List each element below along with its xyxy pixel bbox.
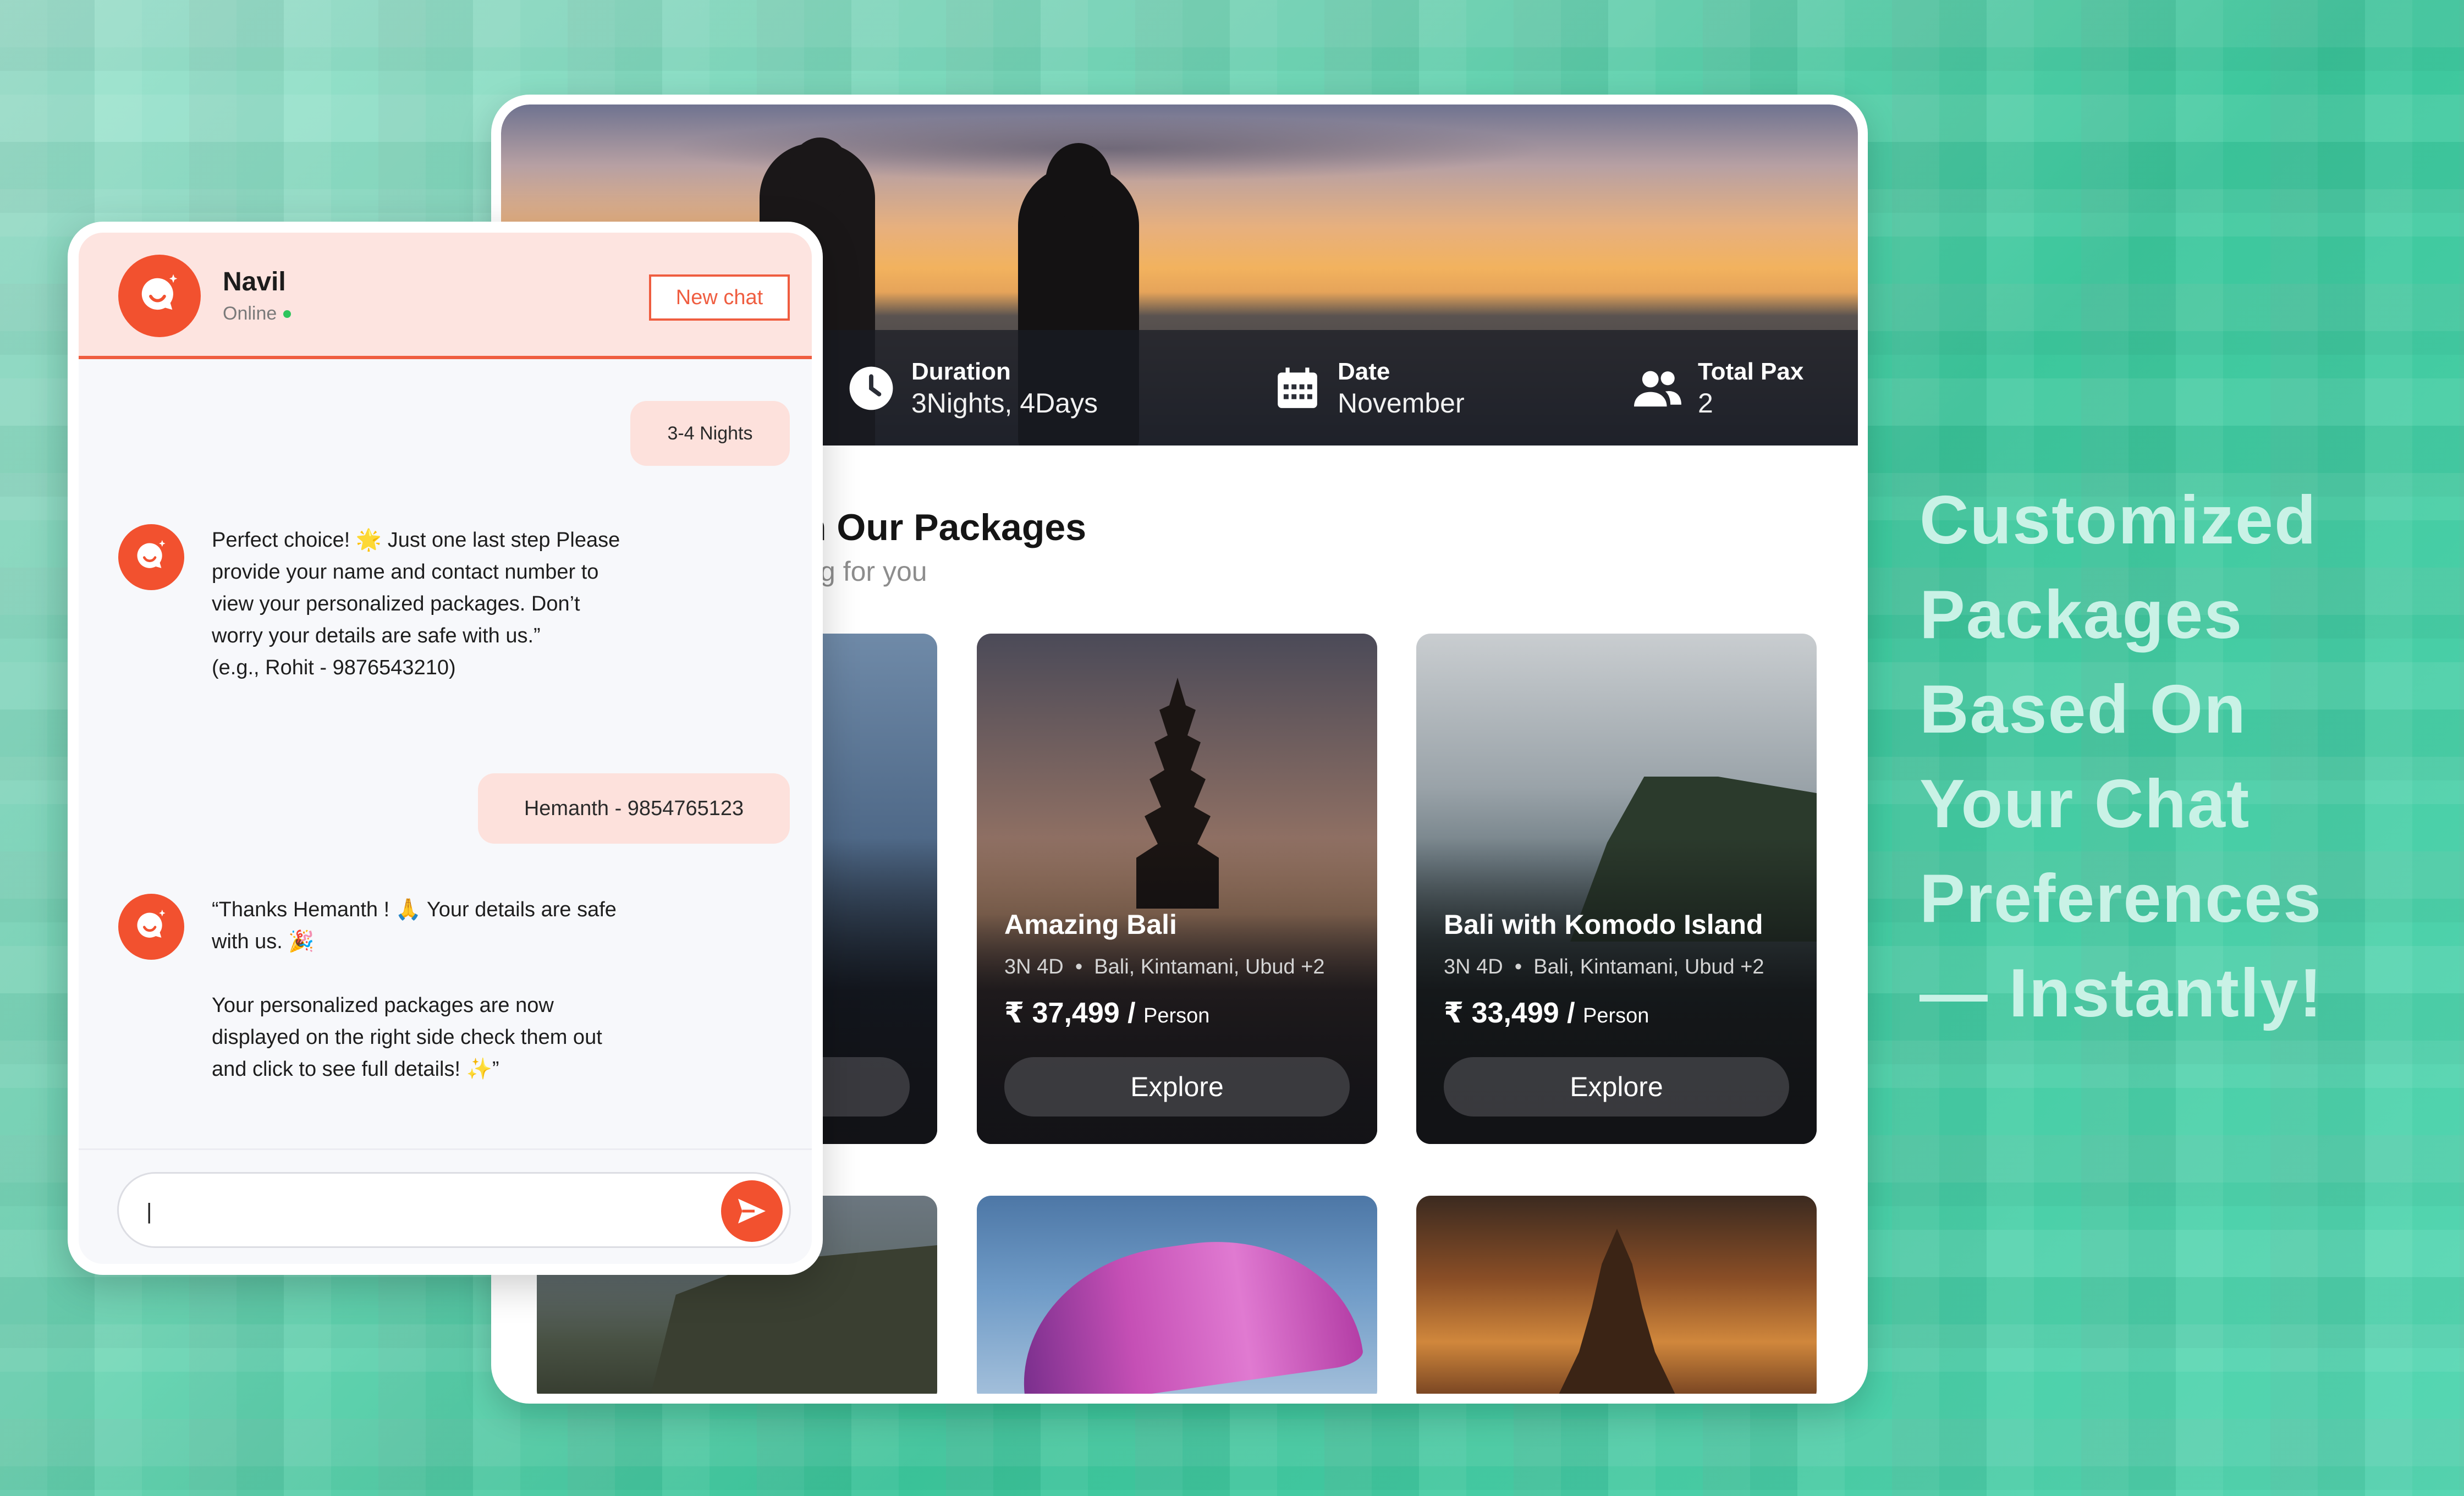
message-line: and click to see full details! ✨” [212,1058,499,1081]
message-text: Hemanth - 9854765123 [524,796,744,820]
user-message: 3-4 Nights [630,401,790,466]
chat-smile-icon [141,274,178,310]
tagline: Customized Packages Based On Your Chat P… [1920,473,2414,1041]
message-line: view your personalized packages. Don’t [212,592,580,615]
package-card[interactable] [977,1196,1377,1394]
message-line: Your personalized packages are now [212,994,554,1017]
message-line: with us. 🎉 [212,930,315,953]
bot-name: Navil [223,267,286,296]
section-title: h Our Packages [804,507,1087,548]
card-places: Bali, Kintamani, Ubud +2 [1533,955,1764,978]
explore-button[interactable]: Explore [1444,1057,1789,1116]
card-places: Bali, Kintamani, Ubud +2 [1094,955,1325,978]
card-title: Bali with Komodo Island [1444,909,1763,940]
message-line [212,958,696,989]
bullet-separator: • [1509,955,1528,978]
card-duration: 3N 4D [1004,955,1064,978]
card-meta: 3N 4D • Bali, Kintamani, Ubud +2 [1444,955,1764,979]
bot-message: Perfect choice! 🌟 Just one last step Ple… [118,524,696,684]
message-line: (e.g., Rohit - 9876543210) [212,656,456,679]
people-icon [1634,365,1681,412]
chat-smile-icon [137,540,166,568]
price-unit: Person [1583,1004,1649,1027]
stat-date: Date November [1274,358,1465,420]
tagline-line: Preferences [1920,861,2323,937]
online-dot-icon [283,310,292,318]
message-text: 3-4 Nights [667,422,753,444]
card-price: ₹ 37,499 / Person [1004,997,1209,1030]
stat-label: Date [1338,358,1390,385]
tagline-line: Your Chat [1920,766,2251,842]
message-line: worry your details are safe with us.” [212,624,541,647]
message-line: displayed on the right side check them o… [212,1026,602,1049]
price-value: ₹ 33,499 / [1444,997,1575,1029]
temple-gate-image [1554,1229,1680,1394]
clock-icon [848,365,895,412]
stat-label: Total Pax [1698,358,1804,385]
bullet-separator: • [1069,955,1088,978]
card-meta: 3N 4D • Bali, Kintamani, Ubud +2 [1004,955,1325,979]
tagline-line: Based On [1920,672,2247,747]
stat-value: November [1338,387,1465,419]
stat-duration: Duration 3Nights, 4Days [848,358,1098,420]
card-title: Amazing Bali [1004,909,1177,940]
price-value: ₹ 37,499 / [1004,997,1136,1029]
price-unit: Person [1143,1004,1210,1027]
chat-input-box[interactable] [117,1172,791,1248]
bot-status: Online [223,303,292,324]
chat-widget: Navil Online New chat 3-4 Nights Perfect… [68,222,823,1275]
tagline-line: Packages [1920,577,2243,653]
section-subtitle: g for you [820,556,927,587]
package-card-amazing-bali[interactable]: Amazing Bali 3N 4D • Bali, Kintamani, Ub… [977,634,1377,1144]
message-line: provide your name and contact number to [212,560,599,584]
send-icon [738,1198,766,1224]
paraglider-image [1007,1222,1365,1394]
new-chat-button[interactable]: New chat [649,274,790,321]
send-button[interactable] [721,1180,783,1242]
card-duration: 3N 4D [1444,955,1503,978]
bot-avatar [118,894,184,960]
message-text: Perfect choice! 🌟 Just one last step Ple… [212,524,696,684]
user-message: Hemanth - 9854765123 [478,773,790,844]
stat-value: 3Nights, 4Days [911,387,1098,419]
chat-header: Navil Online New chat [79,233,812,359]
bot-avatar [118,255,201,337]
bot-message: “Thanks Hemanth ! 🙏 Your details are saf… [118,894,696,1085]
card-price: ₹ 33,499 / Person [1444,997,1649,1030]
calendar-icon [1274,365,1321,412]
status-text: Online [223,303,277,324]
chat-divider [79,1148,812,1150]
chat-smile-icon [137,909,166,938]
message-line: “Thanks Hemanth ! 🙏 Your details are saf… [212,898,617,921]
tagline-line: Customized [1920,482,2317,558]
message-input[interactable] [146,1192,696,1231]
tagline-line: — Instantly! [1920,955,2323,1031]
package-card-bali-komodo[interactable]: Bali with Komodo Island 3N 4D • Bali, Ki… [1416,634,1817,1144]
stat-total-pax: Total Pax 2 [1634,358,1803,420]
bot-avatar [118,524,184,590]
message-text: “Thanks Hemanth ! 🙏 Your details are saf… [212,894,696,1085]
stat-value: 2 [1698,387,1713,419]
package-card[interactable] [1416,1196,1817,1394]
message-line: Perfect choice! 🌟 Just one last step Ple… [212,529,620,552]
explore-button[interactable]: Explore [1004,1057,1350,1116]
stat-label: Duration [911,358,1011,385]
